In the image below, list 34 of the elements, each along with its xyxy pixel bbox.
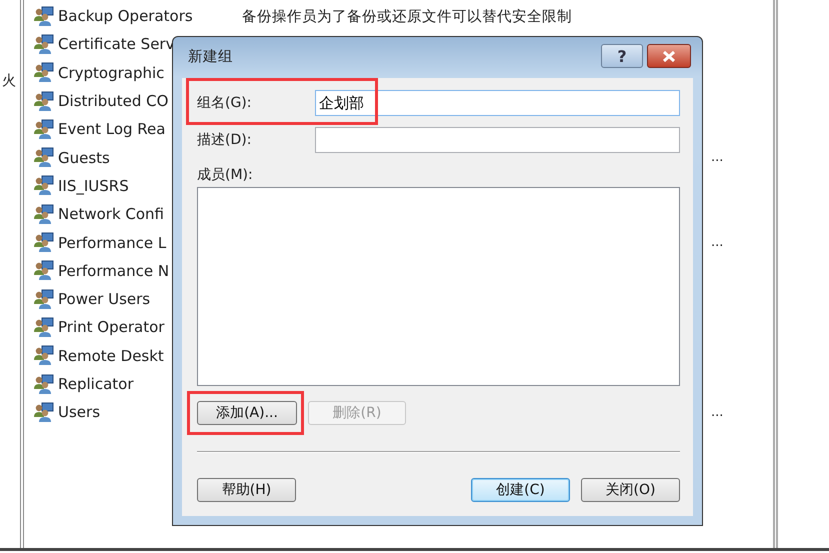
group-icon (33, 62, 54, 84)
dialog-title: 新建组 (188, 48, 234, 66)
group-icon (33, 90, 54, 112)
members-label: 成员(M): (197, 166, 254, 184)
dialog-button[interactable]: 帮助(H) (197, 478, 296, 502)
group-icon (33, 204, 54, 225)
close-icon (662, 50, 676, 62)
field-label: 描述(D): (197, 131, 252, 149)
group-description: ... (711, 235, 724, 250)
pane-text: 火 (2, 72, 16, 90)
group-icon (33, 316, 54, 338)
dialog-button[interactable]: 关闭(O) (581, 478, 680, 502)
help-button[interactable]: ? (601, 44, 643, 68)
group-icon (33, 232, 54, 254)
group-icon (33, 118, 54, 140)
group-icon (33, 402, 54, 423)
field-label: 组名(G): (197, 94, 252, 112)
group-icon (33, 175, 54, 196)
group-icon (33, 260, 54, 282)
dialog-button[interactable]: 创建(C) (471, 478, 570, 502)
input-field[interactable] (315, 127, 680, 153)
group-icon (33, 34, 54, 55)
input-field[interactable]: 企划部 (315, 90, 680, 116)
group-name[interactable]: Backup Operators (58, 7, 238, 26)
group-icon (33, 147, 54, 168)
group-icon (33, 374, 54, 394)
group-icon (33, 288, 54, 310)
group-description: ... (711, 404, 724, 420)
group-icon (33, 345, 54, 366)
group-description: 备份操作员为了备份或还原文件可以替代安全限制 (242, 8, 573, 26)
member-button[interactable]: 添加(A)... (197, 401, 297, 425)
close-button[interactable] (647, 44, 691, 68)
group-icon (33, 6, 54, 27)
group-description: ... (711, 150, 724, 166)
